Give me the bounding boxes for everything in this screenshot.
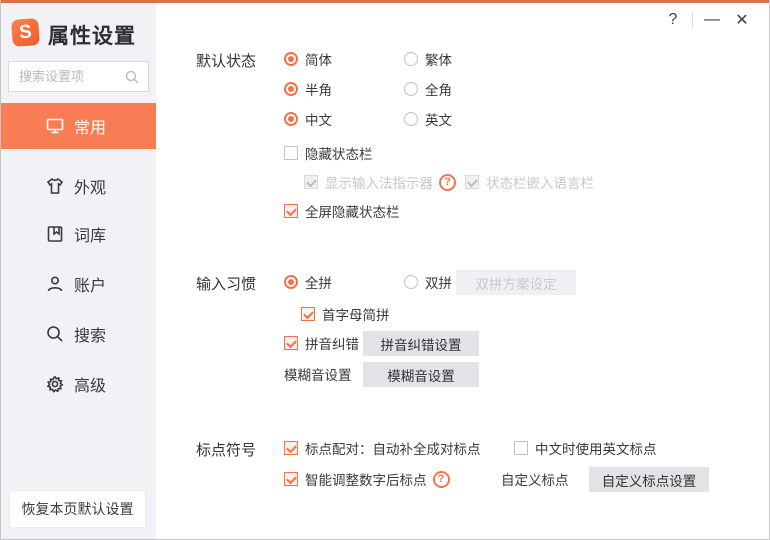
radio-halfwidth[interactable]: 半角 (284, 79, 332, 99)
checkbox-label: 显示输入法指示器 (325, 176, 433, 191)
section-punctuation-label: 标点符号 (196, 442, 257, 459)
user-icon (45, 274, 65, 294)
radio-english[interactable]: 英文 (404, 109, 452, 129)
sidebar-item-appearance[interactable]: 外观 (1, 163, 156, 209)
checkbox-icon[interactable] (284, 146, 298, 160)
sidebar-item-search[interactable]: 搜索 (1, 311, 156, 357)
pinyin-correct-settings-button[interactable]: 拼音纠错设置 (363, 331, 479, 356)
radio-label: 全拼 (305, 276, 332, 291)
radio-icon[interactable] (404, 82, 418, 96)
window-controls: ? — ✕ (658, 7, 757, 33)
radio-icon[interactable] (284, 82, 298, 96)
radio-shuangpin[interactable]: 双拼 (404, 272, 452, 292)
settings-window: ? — ✕ S 属性设置 常用 外观 (0, 0, 770, 540)
checkbox-icon[interactable] (284, 204, 298, 218)
sidebar: S 属性设置 常用 外观 词库 (1, 3, 156, 539)
radio-label: 繁体 (425, 53, 452, 68)
minimize-button[interactable]: — (697, 7, 727, 33)
checkbox-icon[interactable] (514, 441, 528, 455)
checkbox-punct-pairing[interactable]: 标点配对：自动补全成对标点 (284, 438, 481, 458)
sidebar-item-label: 外观 (74, 180, 107, 197)
checkbox-smart-adjust[interactable]: 智能调整数字后标点 ? (284, 469, 450, 489)
tshirt-icon (45, 176, 65, 196)
checkbox-label: 全屏隐藏状态栏 (305, 205, 400, 220)
monitor-icon (45, 116, 65, 136)
page-title: 属性设置 (48, 25, 136, 48)
gear-icon (45, 374, 65, 394)
search-icon (45, 324, 65, 344)
shuangpin-scheme-button: 双拼方案设定 (456, 270, 576, 295)
checkbox-icon[interactable] (301, 307, 315, 321)
checkbox-label: 拼音纠错 (305, 337, 359, 352)
fuzzy-sound-settings-button[interactable]: 模糊音设置 (363, 362, 479, 387)
checkbox-label: 中文时使用英文标点 (535, 442, 657, 457)
help-circle-icon[interactable]: ? (439, 173, 456, 191)
sidebar-item-label: 词库 (74, 228, 107, 245)
sidebar-item-lexicon[interactable]: 词库 (1, 211, 156, 257)
sidebar-item-label: 搜索 (74, 328, 107, 345)
radio-label: 中文 (305, 113, 332, 128)
fuzzy-sound-label: 模糊音设置 (284, 364, 352, 384)
close-button[interactable]: ✕ (727, 7, 757, 33)
radio-label: 简体 (305, 53, 332, 68)
radio-label: 英文 (425, 113, 452, 128)
restore-defaults-button[interactable]: 恢复本页默认设置 (9, 490, 146, 528)
radio-icon[interactable] (284, 275, 298, 289)
book-icon (45, 224, 65, 244)
custom-punct-settings-button[interactable]: 自定义标点设置 (589, 467, 709, 492)
label-text: 模糊音设置 (284, 368, 352, 383)
checkbox-label: 状态栏嵌入语言栏 (486, 176, 594, 191)
sidebar-item-label: 常用 (74, 120, 107, 137)
radio-quanpin[interactable]: 全拼 (284, 272, 332, 292)
radio-chinese[interactable]: 中文 (284, 109, 332, 129)
checkbox-label: 标点配对：自动补全成对标点 (305, 442, 481, 457)
radio-label: 双拼 (425, 276, 452, 291)
sidebar-item-label: 账户 (74, 278, 107, 295)
radio-label: 全角 (425, 83, 452, 98)
checkbox-fullscreen-hide[interactable]: 全屏隐藏状态栏 (284, 201, 400, 221)
checkbox-icon[interactable] (284, 441, 298, 455)
checkbox-show-indicator: 显示输入法指示器 ? (304, 172, 456, 192)
radio-icon[interactable] (284, 52, 298, 66)
sidebar-item-account[interactable]: 账户 (1, 261, 156, 307)
help-circle-icon[interactable]: ? (432, 470, 450, 488)
checkbox-english-punct[interactable]: 中文时使用英文标点 (514, 438, 657, 458)
radio-icon[interactable] (284, 112, 298, 126)
sidebar-item-common[interactable]: 常用 (1, 103, 156, 149)
checkbox-icon (304, 175, 318, 189)
radio-label: 半角 (305, 83, 332, 98)
section-default-state-label: 默认状态 (196, 53, 257, 70)
radio-icon[interactable] (404, 112, 418, 126)
checkbox-pinyin-correct[interactable]: 拼音纠错 (284, 333, 359, 353)
settings-search-box[interactable] (8, 61, 149, 92)
radio-traditional[interactable]: 繁体 (404, 49, 452, 69)
search-icon (124, 69, 140, 85)
checkbox-label: 隐藏状态栏 (305, 147, 373, 162)
sidebar-item-advanced[interactable]: 高级 (1, 361, 156, 407)
label-text: 自定义标点 (501, 473, 569, 488)
checkbox-icon[interactable] (284, 336, 298, 350)
window-controls-divider (692, 12, 693, 28)
checkbox-label: 首字母简拼 (322, 308, 390, 323)
radio-fullwidth[interactable]: 全角 (404, 79, 452, 99)
checkbox-icon[interactable] (284, 472, 298, 486)
checkbox-embed-langbar: 状态栏嵌入语言栏 (465, 172, 594, 192)
checkbox-label: 智能调整数字后标点 (305, 473, 427, 488)
radio-simplified[interactable]: 简体 (284, 49, 332, 69)
radio-icon[interactable] (404, 275, 418, 289)
checkbox-hide-statusbar[interactable]: 隐藏状态栏 (284, 143, 373, 163)
sidebar-item-label: 高级 (74, 378, 107, 395)
custom-punct-label: 自定义标点 (501, 469, 569, 489)
help-button[interactable]: ? (658, 7, 688, 33)
search-input[interactable] (19, 69, 124, 84)
checkbox-icon (465, 175, 479, 189)
checkbox-initial-jianpin[interactable]: 首字母简拼 (301, 304, 390, 324)
radio-icon[interactable] (404, 52, 418, 66)
section-input-habit-label: 输入习惯 (196, 276, 257, 293)
sogou-logo-icon: S (11, 18, 40, 47)
